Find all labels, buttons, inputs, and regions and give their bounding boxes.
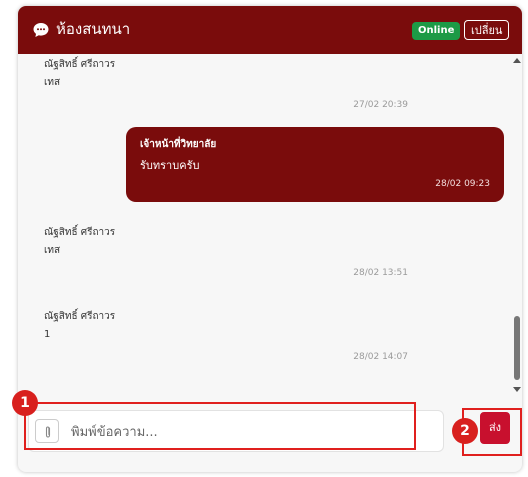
message-bubble-staff: เจ้าหน้าที่วิทยาลัย รับทราบครับ 28/02 09… (126, 127, 504, 202)
message-sender: เจ้าหน้าที่วิทยาลัย (140, 139, 217, 150)
message-time: 27/02 20:39 (353, 100, 408, 110)
callout-number-2: 2 (452, 418, 478, 444)
message-sender: ณัฐสิทธิ์ ศรีถาวร (44, 311, 116, 322)
chat-header: ห้องสนทนา Online เปลี่ยน (18, 6, 522, 54)
message-scrollbar[interactable] (512, 54, 522, 396)
change-button[interactable]: เปลี่ยน (464, 20, 510, 40)
message-time: 28/02 14:07 (353, 352, 408, 362)
scroll-up-arrow-icon[interactable] (513, 58, 521, 63)
message-item: ณัฐสิทธิ์ ศรีถาวร เทส 27/02 20:39 (44, 56, 504, 110)
message-text: เทส (44, 77, 61, 88)
message-sender: ณัฐสิทธิ์ ศรีถาวร (44, 227, 116, 238)
message-sender: ณัฐสิทธิ์ ศรีถาวร (44, 59, 116, 70)
scrollbar-thumb[interactable] (514, 316, 520, 380)
message-time: 28/02 09:23 (435, 179, 490, 189)
chat-title: ห้องสนทนา (56, 20, 131, 38)
message-item: ณัฐสิทธิ์ ศรีถาวร เทส 28/02 13:51 (44, 224, 504, 278)
scroll-down-arrow-icon[interactable] (513, 387, 521, 392)
message-text: รับทราบครับ (140, 159, 200, 172)
message-time: 28/02 13:51 (353, 268, 408, 278)
message-item: ณัฐสิทธิ์ ศรีถาวร 1 28/02 14:07 (44, 308, 504, 362)
callout-box-input (24, 402, 416, 450)
callout-number-1: 1 (12, 390, 38, 416)
online-status-badge: Online (412, 22, 461, 40)
chat-bubble-icon (33, 23, 49, 37)
message-list: ณัฐสิทธิ์ ศรีถาวร เทส 27/02 20:39 เจ้าหน… (18, 54, 512, 394)
message-text: 1 (44, 329, 51, 340)
message-text: เทส (44, 245, 61, 256)
